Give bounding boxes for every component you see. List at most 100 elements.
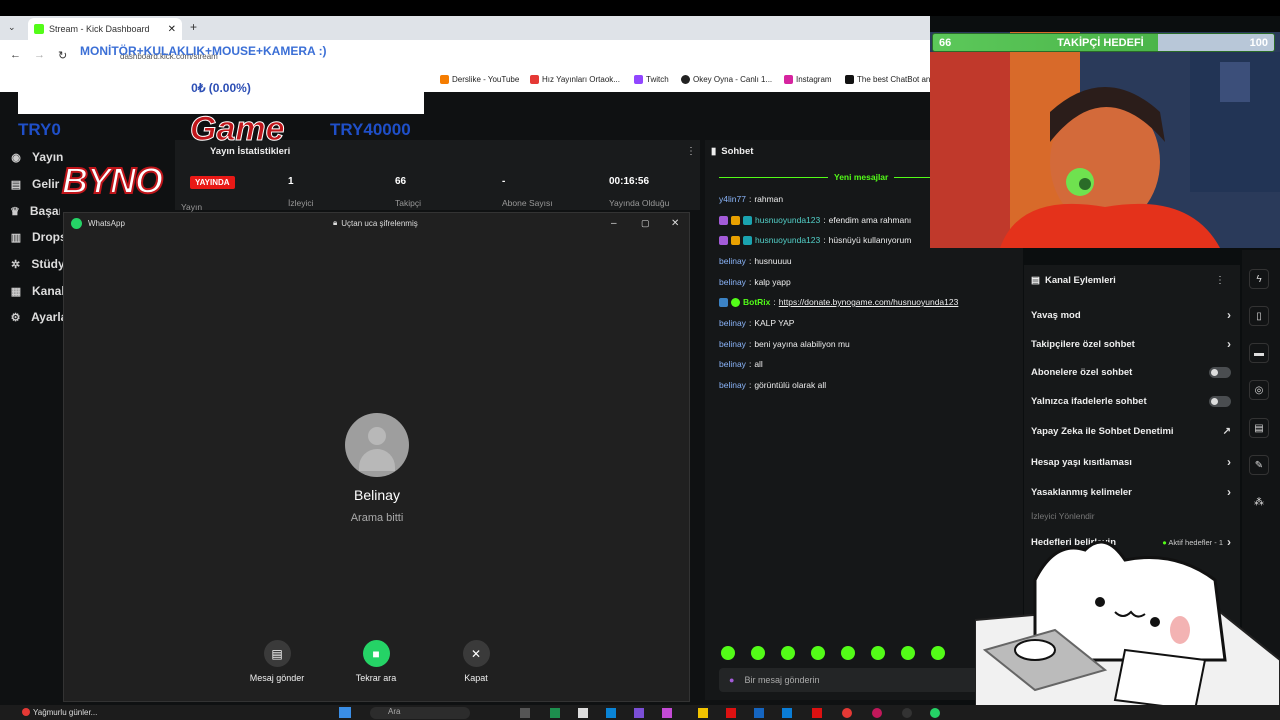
emote-icon[interactable] xyxy=(811,646,825,660)
app-icon[interactable] xyxy=(726,708,736,718)
donation-goal-end: TRY40000 xyxy=(330,120,411,139)
emote-icon[interactable] xyxy=(751,646,765,660)
new-tab-icon[interactable]: + xyxy=(190,20,197,34)
task-view-icon[interactable] xyxy=(520,708,530,718)
app-icon[interactable] xyxy=(662,708,672,718)
followers-label: Takipçi xyxy=(395,198,421,208)
mic-badge-icon xyxy=(719,215,728,225)
obs-icon[interactable] xyxy=(902,708,912,718)
stats-menu-icon[interactable]: ⋮ xyxy=(686,146,696,157)
weather-widget[interactable]: Yağmurlu günler... xyxy=(33,708,97,717)
chrome-icon[interactable] xyxy=(842,708,852,718)
follower-goal-bar: 66 TAKİPÇİ HEDEFİ 100 xyxy=(932,33,1275,52)
bookmark-item[interactable]: Derslike - YouTube xyxy=(440,75,519,84)
tab-title: Stream - Kick Dashboard xyxy=(49,24,150,34)
layout-icon[interactable]: ▤ xyxy=(1249,418,1269,438)
viewers-value: 1 xyxy=(288,176,294,187)
bookmark-item[interactable]: The best ChatBot an... xyxy=(845,75,937,84)
mic-icon[interactable]: ● xyxy=(729,675,734,685)
action-account-age[interactable]: Hesap yaşı kısıtlaması › xyxy=(1031,455,1231,469)
donation-goal-progress: 0₺ (0.00%) xyxy=(191,81,251,95)
sidebar-item-yayin[interactable]: ◉ Yayın xyxy=(10,150,63,164)
follower-goal-label: TAKİPÇİ HEDEFİ xyxy=(1057,36,1144,49)
emote-chat-toggle[interactable] xyxy=(1209,396,1231,407)
chat-input[interactable]: ● Bir mesaj gönderin xyxy=(719,668,979,692)
back-icon[interactable]: ← xyxy=(10,49,21,61)
sub-chat-toggle[interactable] xyxy=(1209,367,1231,378)
bynogame-logo-byno: BYNO xyxy=(61,159,164,202)
broadcast-rail-icon[interactable]: ◎ xyxy=(1249,380,1269,400)
bookmark-item[interactable]: Hız Yayınları Ortaok... xyxy=(530,75,620,84)
chevron-right-icon: › xyxy=(1227,337,1231,351)
close-call-button[interactable]: ✕ Kapat xyxy=(436,640,516,683)
chat-message: husnuoyunda123: hüsnüyü kullanıyorum xyxy=(719,235,911,245)
action-emote-chat: Yalnızca ifadelerle sohbet xyxy=(1031,396,1231,407)
app-icon[interactable] xyxy=(754,708,764,718)
chevron-right-icon: › xyxy=(1227,455,1231,469)
bookmark-item[interactable]: Okey Oyna - Canlı 1... xyxy=(681,75,772,84)
viewers-label: İzleyici xyxy=(288,198,314,208)
tab-menu-icon[interactable]: ⌄ xyxy=(8,22,16,33)
app-icon[interactable] xyxy=(812,708,822,718)
subs-label: Abone Sayısı xyxy=(502,198,553,208)
subs-value: - xyxy=(502,176,506,187)
close-window-icon[interactable]: ✕ xyxy=(671,218,679,229)
close-icon: ✕ xyxy=(462,640,490,667)
windows-start-icon[interactable] xyxy=(339,707,351,718)
whatsapp-titlebar: WhatsApp 🔒︎ Uçtan uca şifrelenmiş – ▢ ✕ xyxy=(63,212,690,234)
twitch-icon xyxy=(634,75,643,84)
bookmark-favicon-icon xyxy=(440,75,449,84)
teams-icon[interactable] xyxy=(634,708,644,718)
call-again-button[interactable]: ■ Tekrar ara xyxy=(336,640,416,683)
sidebar-item-gelir[interactable]: ▤ Gelir xyxy=(10,177,60,191)
action-follower-chat[interactable]: Takipçilere özel sohbet › xyxy=(1031,337,1231,351)
emote-icon[interactable] xyxy=(841,646,855,660)
emote-icon[interactable] xyxy=(901,646,915,660)
browser-tab[interactable]: Stream - Kick Dashboard ✕ xyxy=(28,18,182,40)
trophy-icon: ♛ xyxy=(10,206,20,218)
reload-icon[interactable]: ↻ xyxy=(58,49,67,62)
emote-icon[interactable] xyxy=(721,646,735,660)
wrench-icon[interactable]: ✎ xyxy=(1249,455,1269,475)
sidebar-item-basari[interactable]: ♛Başarı xyxy=(10,204,60,218)
donation-goal-title: MONİTÖR+KULAKLIK+MOUSE+KAMERA :) xyxy=(80,44,327,58)
taskbar-search[interactable]: Ara xyxy=(370,707,470,719)
actions-menu-icon[interactable]: ⋮ xyxy=(1215,275,1225,286)
app-icon[interactable] xyxy=(782,708,792,718)
app-icon[interactable] xyxy=(578,708,588,718)
action-slow-mode[interactable]: Yavaş mod › xyxy=(1031,308,1231,322)
lightning-icon[interactable]: ϟ xyxy=(1249,269,1269,289)
edge-icon[interactable] xyxy=(606,708,616,718)
forward-icon[interactable]: → xyxy=(34,49,45,61)
app-icon[interactable] xyxy=(872,708,882,718)
bot-badge-icon xyxy=(719,297,728,307)
emote-icon[interactable] xyxy=(781,646,795,660)
chat-message: y4lin77: rahman xyxy=(719,194,784,204)
actions-icon: ▤ xyxy=(1031,275,1040,286)
sub-badge-icon xyxy=(743,235,752,245)
window-top-bar xyxy=(0,0,1280,16)
send-message-button[interactable]: ▤ Mesaj gönder xyxy=(237,640,317,683)
whatsapp-taskbar-icon[interactable] xyxy=(930,708,940,718)
chat-message: belinay: görüntülü olarak all xyxy=(719,380,827,390)
maximize-icon[interactable]: ▢ xyxy=(641,218,650,229)
document-icon[interactable]: ▯ xyxy=(1249,306,1269,326)
nodes-icon[interactable]: ⁂ xyxy=(1249,492,1269,512)
video-call-icon: ■ xyxy=(362,640,390,667)
emote-icon[interactable] xyxy=(871,646,885,660)
chat-bubble-icon[interactable]: ▬ xyxy=(1249,343,1269,363)
whatsapp-app-name: WhatsApp xyxy=(88,218,125,228)
excel-icon[interactable] xyxy=(550,708,560,718)
donate-link[interactable]: https://donate.bynogame.com/husnuoyunda1… xyxy=(779,297,959,307)
close-tab-icon[interactable]: ✕ xyxy=(168,24,176,35)
chat-icon: ▮ xyxy=(711,146,717,157)
emote-icon[interactable] xyxy=(931,646,945,660)
action-ai-moderation[interactable]: Yapay Zeka ile Sohbet Denetimi ↗ xyxy=(1031,426,1231,437)
folder-icon[interactable] xyxy=(698,708,708,718)
action-banned-words[interactable]: Yasaklanmış kelimeler › xyxy=(1031,485,1231,499)
bookmark-item[interactable]: Instagram xyxy=(784,75,832,84)
minimize-icon[interactable]: – xyxy=(611,218,617,229)
bookmark-item[interactable]: Twitch xyxy=(634,75,669,84)
action-sub-chat: Abonelere özel sohbet xyxy=(1031,367,1231,378)
new-messages-label[interactable]: Yeni mesajlar xyxy=(828,172,895,182)
